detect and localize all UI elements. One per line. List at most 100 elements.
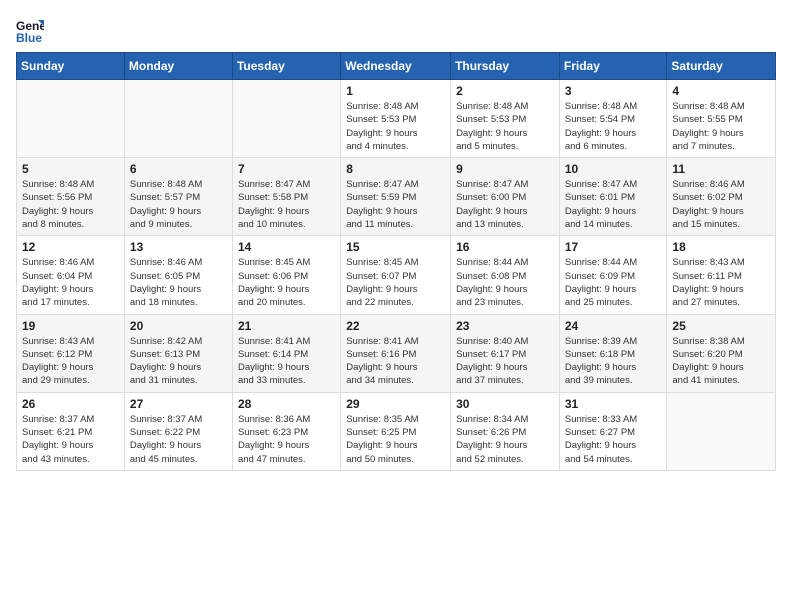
day-number: 22: [346, 319, 445, 333]
logo: General Blue: [16, 16, 48, 44]
day-info: Sunrise: 8:39 AM Sunset: 6:18 PM Dayligh…: [565, 335, 662, 388]
calendar-cell: 15 Sunrise: 8:45 AM Sunset: 6:07 PM Dayli…: [341, 236, 451, 314]
calendar-cell: 10Sunrise: 8:47 AM Sunset: 6:01 PM Dayli…: [559, 158, 667, 236]
calendar-cell: 22 Sunrise: 8:41 AM Sunset: 6:16 PM Dayli…: [341, 314, 451, 392]
day-number: 15: [346, 240, 445, 254]
day-number: 25: [672, 319, 770, 333]
calendar-cell: 16 Sunrise: 8:44 AM Sunset: 6:08 PM Dayli…: [451, 236, 560, 314]
calendar-week-row: 5 Sunrise: 8:48 AM Sunset: 5:56 PM Daylig…: [17, 158, 776, 236]
day-info: Sunrise: 8:48 AM Sunset: 5:57 PM Dayligh…: [130, 178, 227, 231]
calendar-week-row: 1 Sunrise: 8:48 AM Sunset: 5:53 PM Daylig…: [17, 80, 776, 158]
day-number: 26: [22, 397, 119, 411]
calendar-cell: 11Sunrise: 8:46 AM Sunset: 6:02 PM Dayli…: [667, 158, 776, 236]
day-info: Sunrise: 8:37 AM Sunset: 6:22 PM Dayligh…: [130, 413, 227, 466]
calendar-cell: 31 Sunrise: 8:33 AM Sunset: 6:27 PM Dayli…: [559, 392, 667, 470]
calendar-cell: [124, 80, 232, 158]
logo-icon: General Blue: [16, 16, 44, 44]
day-info: Sunrise: 8:48 AM Sunset: 5:56 PM Dayligh…: [22, 178, 119, 231]
day-number: 4: [672, 84, 770, 98]
weekday-header: Thursday: [451, 53, 560, 80]
day-number: 6: [130, 162, 227, 176]
weekday-header: Monday: [124, 53, 232, 80]
day-number: 30: [456, 397, 554, 411]
calendar-cell: 7Sunrise: 8:47 AM Sunset: 5:58 PM Daylig…: [232, 158, 340, 236]
weekday-header: Wednesday: [341, 53, 451, 80]
day-number: 31: [565, 397, 662, 411]
calendar-cell: 9Sunrise: 8:47 AM Sunset: 6:00 PM Daylig…: [451, 158, 560, 236]
day-info: Sunrise: 8:37 AM Sunset: 6:21 PM Dayligh…: [22, 413, 119, 466]
day-info: Sunrise: 8:48 AM Sunset: 5:53 PM Dayligh…: [456, 100, 554, 153]
day-number: 3: [565, 84, 662, 98]
calendar-cell: 21 Sunrise: 8:41 AM Sunset: 6:14 PM Dayli…: [232, 314, 340, 392]
day-number: 29: [346, 397, 445, 411]
day-info: Sunrise: 8:45 AM Sunset: 6:07 PM Dayligh…: [346, 256, 445, 309]
day-info: Sunrise: 8:48 AM Sunset: 5:53 PM Dayligh…: [346, 100, 445, 153]
day-info: Sunrise: 8:44 AM Sunset: 6:09 PM Dayligh…: [565, 256, 662, 309]
calendar-cell: 3Sunrise: 8:48 AM Sunset: 5:54 PM Daylig…: [559, 80, 667, 158]
day-info: Sunrise: 8:41 AM Sunset: 6:14 PM Dayligh…: [238, 335, 335, 388]
calendar-week-row: 26 Sunrise: 8:37 AM Sunset: 6:21 PM Dayli…: [17, 392, 776, 470]
day-number: 11: [672, 162, 770, 176]
calendar-week-row: 12 Sunrise: 8:46 AM Sunset: 6:04 PM Dayli…: [17, 236, 776, 314]
day-info: Sunrise: 8:44 AM Sunset: 6:08 PM Dayligh…: [456, 256, 554, 309]
calendar-cell: 6 Sunrise: 8:48 AM Sunset: 5:57 PM Daylig…: [124, 158, 232, 236]
svg-text:Blue: Blue: [16, 31, 42, 44]
day-number: 14: [238, 240, 335, 254]
day-number: 24: [565, 319, 662, 333]
calendar-cell: 14 Sunrise: 8:45 AM Sunset: 6:06 PM Dayli…: [232, 236, 340, 314]
calendar-cell: 25Sunrise: 8:38 AM Sunset: 6:20 PM Dayli…: [667, 314, 776, 392]
calendar-cell: 1 Sunrise: 8:48 AM Sunset: 5:53 PM Daylig…: [341, 80, 451, 158]
day-info: Sunrise: 8:42 AM Sunset: 6:13 PM Dayligh…: [130, 335, 227, 388]
calendar-cell: 17Sunrise: 8:44 AM Sunset: 6:09 PM Dayli…: [559, 236, 667, 314]
day-number: 13: [130, 240, 227, 254]
day-info: Sunrise: 8:46 AM Sunset: 6:04 PM Dayligh…: [22, 256, 119, 309]
calendar-cell: 2 Sunrise: 8:48 AM Sunset: 5:53 PM Daylig…: [451, 80, 560, 158]
day-number: 27: [130, 397, 227, 411]
weekday-header: Friday: [559, 53, 667, 80]
day-number: 5: [22, 162, 119, 176]
day-number: 21: [238, 319, 335, 333]
day-info: Sunrise: 8:47 AM Sunset: 5:58 PM Dayligh…: [238, 178, 335, 231]
day-info: Sunrise: 8:45 AM Sunset: 6:06 PM Dayligh…: [238, 256, 335, 309]
calendar-cell: [232, 80, 340, 158]
day-info: Sunrise: 8:43 AM Sunset: 6:12 PM Dayligh…: [22, 335, 119, 388]
day-info: Sunrise: 8:40 AM Sunset: 6:17 PM Dayligh…: [456, 335, 554, 388]
day-number: 19: [22, 319, 119, 333]
day-info: Sunrise: 8:47 AM Sunset: 6:01 PM Dayligh…: [565, 178, 662, 231]
calendar-week-row: 19 Sunrise: 8:43 AM Sunset: 6:12 PM Dayli…: [17, 314, 776, 392]
day-number: 12: [22, 240, 119, 254]
day-info: Sunrise: 8:36 AM Sunset: 6:23 PM Dayligh…: [238, 413, 335, 466]
day-number: 28: [238, 397, 335, 411]
day-info: Sunrise: 8:48 AM Sunset: 5:55 PM Dayligh…: [672, 100, 770, 153]
day-number: 16: [456, 240, 554, 254]
page-header: General Blue: [16, 16, 776, 44]
calendar-table: SundayMondayTuesdayWednesdayThursdayFrid…: [16, 52, 776, 471]
weekday-header: Tuesday: [232, 53, 340, 80]
calendar-cell: [17, 80, 125, 158]
day-number: 1: [346, 84, 445, 98]
calendar-cell: 27 Sunrise: 8:37 AM Sunset: 6:22 PM Dayli…: [124, 392, 232, 470]
day-info: Sunrise: 8:41 AM Sunset: 6:16 PM Dayligh…: [346, 335, 445, 388]
day-info: Sunrise: 8:35 AM Sunset: 6:25 PM Dayligh…: [346, 413, 445, 466]
calendar-cell: 18Sunrise: 8:43 AM Sunset: 6:11 PM Dayli…: [667, 236, 776, 314]
day-info: Sunrise: 8:34 AM Sunset: 6:26 PM Dayligh…: [456, 413, 554, 466]
calendar-cell: 29 Sunrise: 8:35 AM Sunset: 6:25 PM Dayli…: [341, 392, 451, 470]
calendar-cell: 24 Sunrise: 8:39 AM Sunset: 6:18 PM Dayli…: [559, 314, 667, 392]
calendar-cell: 12 Sunrise: 8:46 AM Sunset: 6:04 PM Dayli…: [17, 236, 125, 314]
calendar-cell: [667, 392, 776, 470]
calendar-cell: 5 Sunrise: 8:48 AM Sunset: 5:56 PM Daylig…: [17, 158, 125, 236]
calendar-cell: 28 Sunrise: 8:36 AM Sunset: 6:23 PM Dayli…: [232, 392, 340, 470]
day-info: Sunrise: 8:43 AM Sunset: 6:11 PM Dayligh…: [672, 256, 770, 309]
calendar-cell: 30 Sunrise: 8:34 AM Sunset: 6:26 PM Dayli…: [451, 392, 560, 470]
day-number: 23: [456, 319, 554, 333]
day-number: 20: [130, 319, 227, 333]
day-number: 2: [456, 84, 554, 98]
calendar-cell: 20 Sunrise: 8:42 AM Sunset: 6:13 PM Dayli…: [124, 314, 232, 392]
day-info: Sunrise: 8:33 AM Sunset: 6:27 PM Dayligh…: [565, 413, 662, 466]
calendar-cell: 13Sunrise: 8:46 AM Sunset: 6:05 PM Dayli…: [124, 236, 232, 314]
weekday-header: Sunday: [17, 53, 125, 80]
calendar-cell: 4 Sunrise: 8:48 AM Sunset: 5:55 PM Daylig…: [667, 80, 776, 158]
calendar-cell: 26 Sunrise: 8:37 AM Sunset: 6:21 PM Dayli…: [17, 392, 125, 470]
weekday-header: Saturday: [667, 53, 776, 80]
day-info: Sunrise: 8:47 AM Sunset: 5:59 PM Dayligh…: [346, 178, 445, 231]
